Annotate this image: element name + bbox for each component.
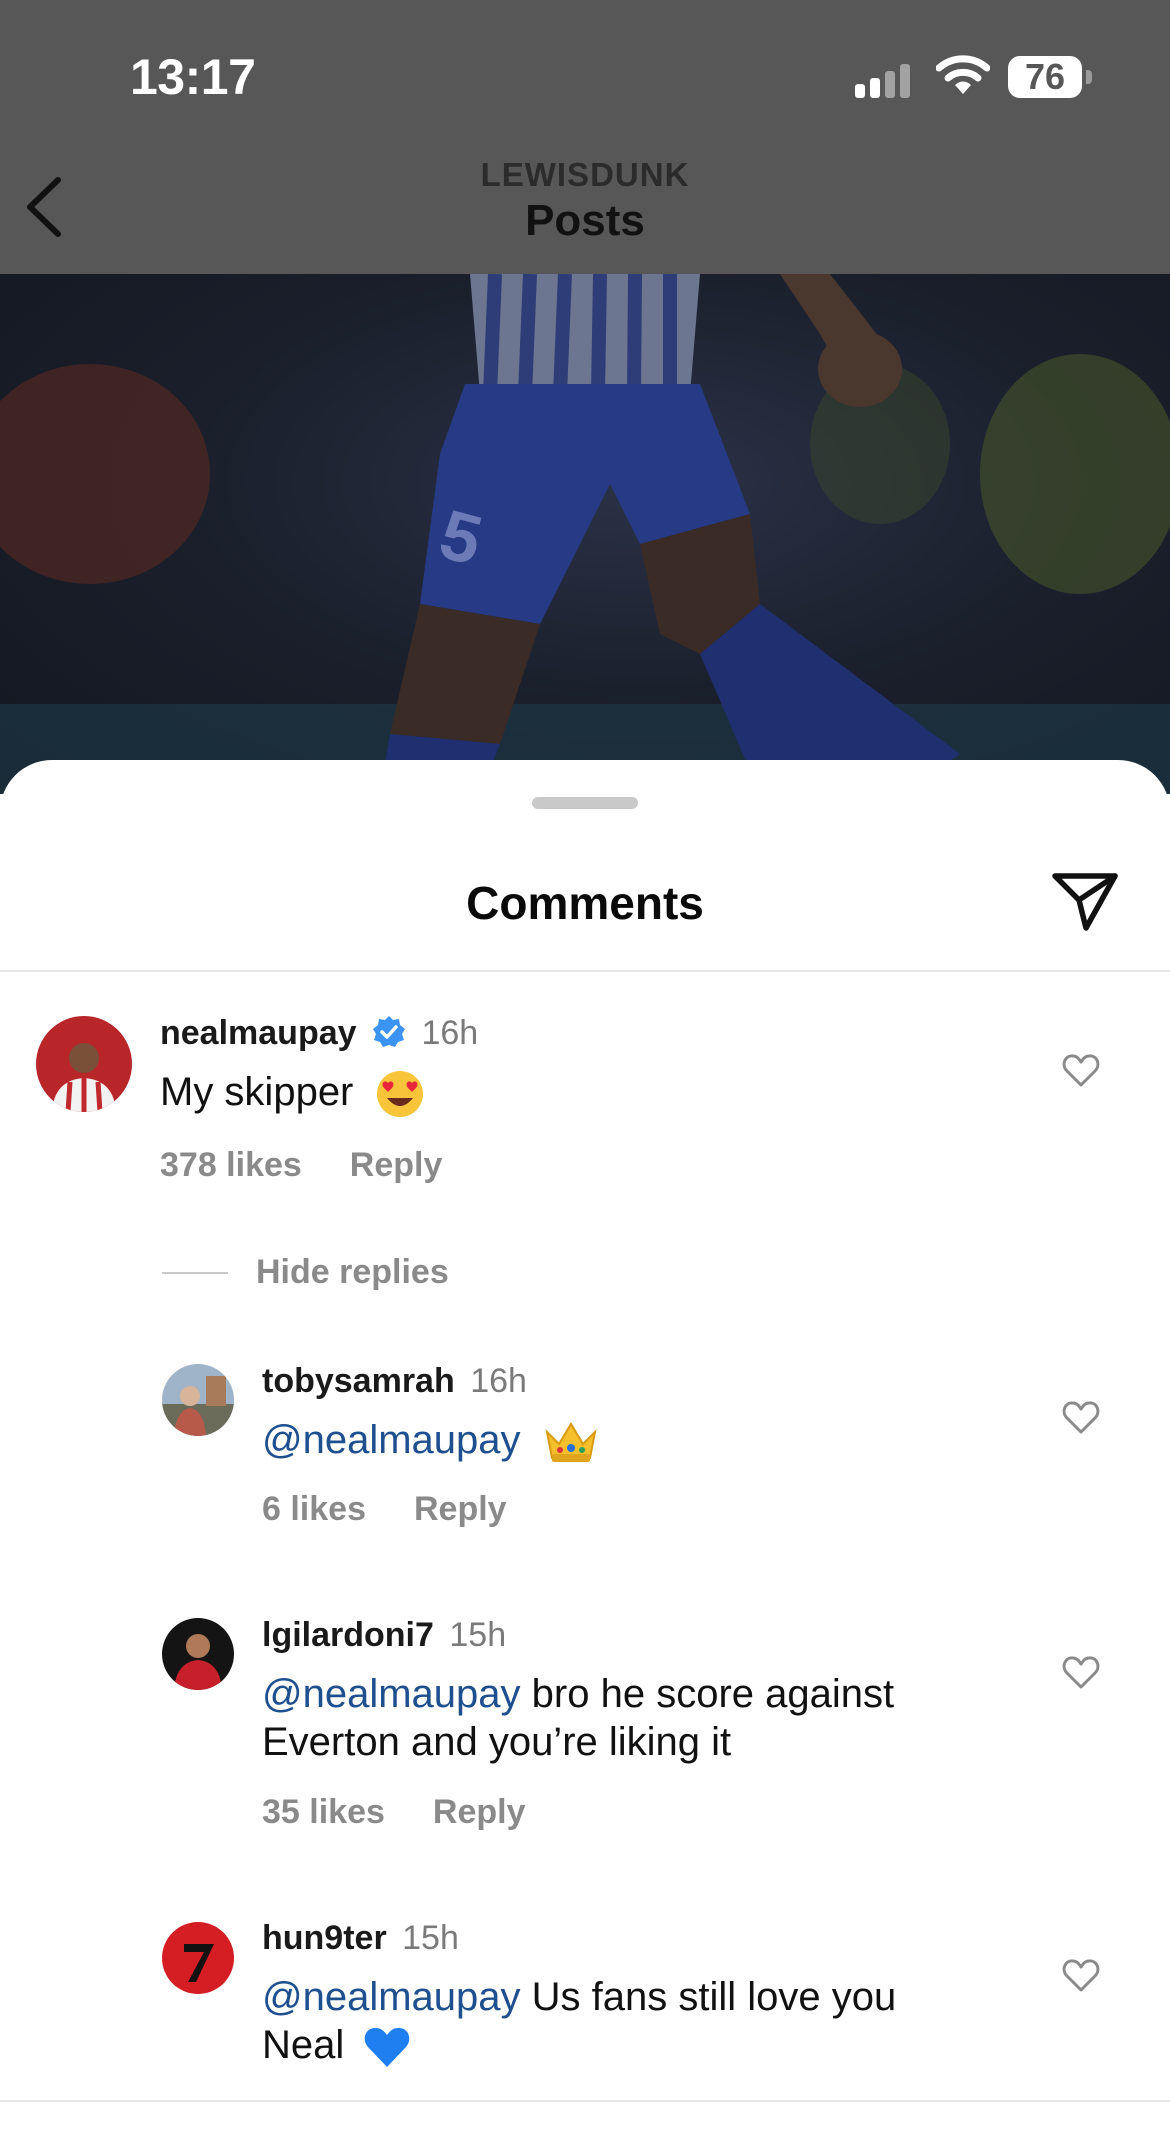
mention-link[interactable]: @nealmaupay	[262, 1975, 521, 2019]
comment-time: 16h	[421, 1014, 479, 1052]
reply-username[interactable]: lgilardoni7	[262, 1616, 434, 1654]
crown-emoji-icon	[545, 1422, 597, 1463]
mention-link[interactable]: @nealmaupay	[262, 1672, 521, 1716]
reply-header: tobysamrah 16h	[262, 1362, 527, 1401]
mention-link[interactable]: @nealmaupay	[262, 1418, 521, 1462]
reply-body: Us fans still love you	[520, 1975, 897, 2019]
reply-meta: 35 likes Reply	[262, 1793, 525, 1832]
reply-header: hun9ter 15h	[262, 1919, 459, 1958]
wifi-icon	[936, 55, 990, 94]
reply-time: 16h	[470, 1362, 527, 1400]
sheet-grabber[interactable]	[532, 797, 638, 809]
hide-replies-button[interactable]: Hide replies	[256, 1253, 449, 1292]
hide-replies-line	[162, 1272, 228, 1274]
reply-body: bro he score against	[520, 1672, 895, 1716]
like-heart-icon[interactable]	[1062, 1655, 1100, 1689]
comments-title: Comments	[466, 877, 704, 929]
reply-likes[interactable]: 6 likes	[262, 1490, 366, 1528]
header-divider	[0, 970, 1170, 972]
reply-username[interactable]: tobysamrah	[262, 1362, 455, 1400]
reply-button[interactable]: Reply	[433, 1793, 526, 1831]
reply-meta: 6 likes Reply	[262, 1490, 507, 1529]
reply-text: @nealmaupay	[262, 1416, 598, 1464]
reply-body-line2: Everton and you’re liking it	[262, 1720, 732, 1764]
reply-time: 15h	[449, 1616, 507, 1654]
reply-text: @nealmaupay Us fans still love you Neal	[262, 1973, 1022, 2069]
heart-eyes-emoji-icon	[376, 1071, 423, 1118]
reply-body-line2: Neal	[262, 2023, 345, 2067]
page-title: Posts	[525, 196, 645, 245]
bottom-divider	[0, 2100, 1170, 2102]
avatar[interactable]	[162, 1364, 234, 1436]
comment-header: nealmaupay 16h	[160, 1014, 478, 1053]
like-heart-icon[interactable]	[1062, 1053, 1100, 1087]
battery-nub	[1086, 70, 1092, 84]
cellular-signal-icon	[855, 62, 915, 98]
reply-button[interactable]: Reply	[414, 1490, 507, 1528]
reply-button[interactable]: Reply	[350, 1146, 443, 1184]
comment-likes[interactable]: 378 likes	[160, 1146, 302, 1184]
reply-username[interactable]: hun9ter	[262, 1919, 387, 1957]
reply-likes[interactable]: 35 likes	[262, 1793, 385, 1831]
verified-badge-icon	[372, 1016, 405, 1047]
reply-text: @nealmaupay bro he score against Everton…	[262, 1670, 1022, 1766]
comment-text: My skipper	[160, 1068, 425, 1119]
comment-meta: 378 likes Reply	[160, 1146, 442, 1185]
comment-body: My skipper	[160, 1070, 354, 1114]
avatar[interactable]	[162, 1922, 234, 1994]
reply-header: lgilardoni7 15h	[262, 1616, 506, 1655]
battery-level: 76	[1024, 56, 1066, 97]
comment-username[interactable]: nealmaupay	[160, 1014, 357, 1052]
profile-username: LEWISDUNK	[480, 156, 690, 193]
like-heart-icon[interactable]	[1062, 1958, 1100, 1992]
reply-time: 15h	[402, 1919, 459, 1957]
post-image: 5	[0, 274, 1170, 794]
avatar[interactable]	[162, 1618, 234, 1690]
battery-icon: 76	[1008, 56, 1082, 98]
send-icon[interactable]	[1050, 870, 1120, 934]
blue-heart-emoji-icon	[365, 2028, 410, 2068]
status-time: 13:17	[130, 49, 256, 105]
avatar[interactable]	[36, 1016, 132, 1112]
like-heart-icon[interactable]	[1062, 1400, 1100, 1434]
